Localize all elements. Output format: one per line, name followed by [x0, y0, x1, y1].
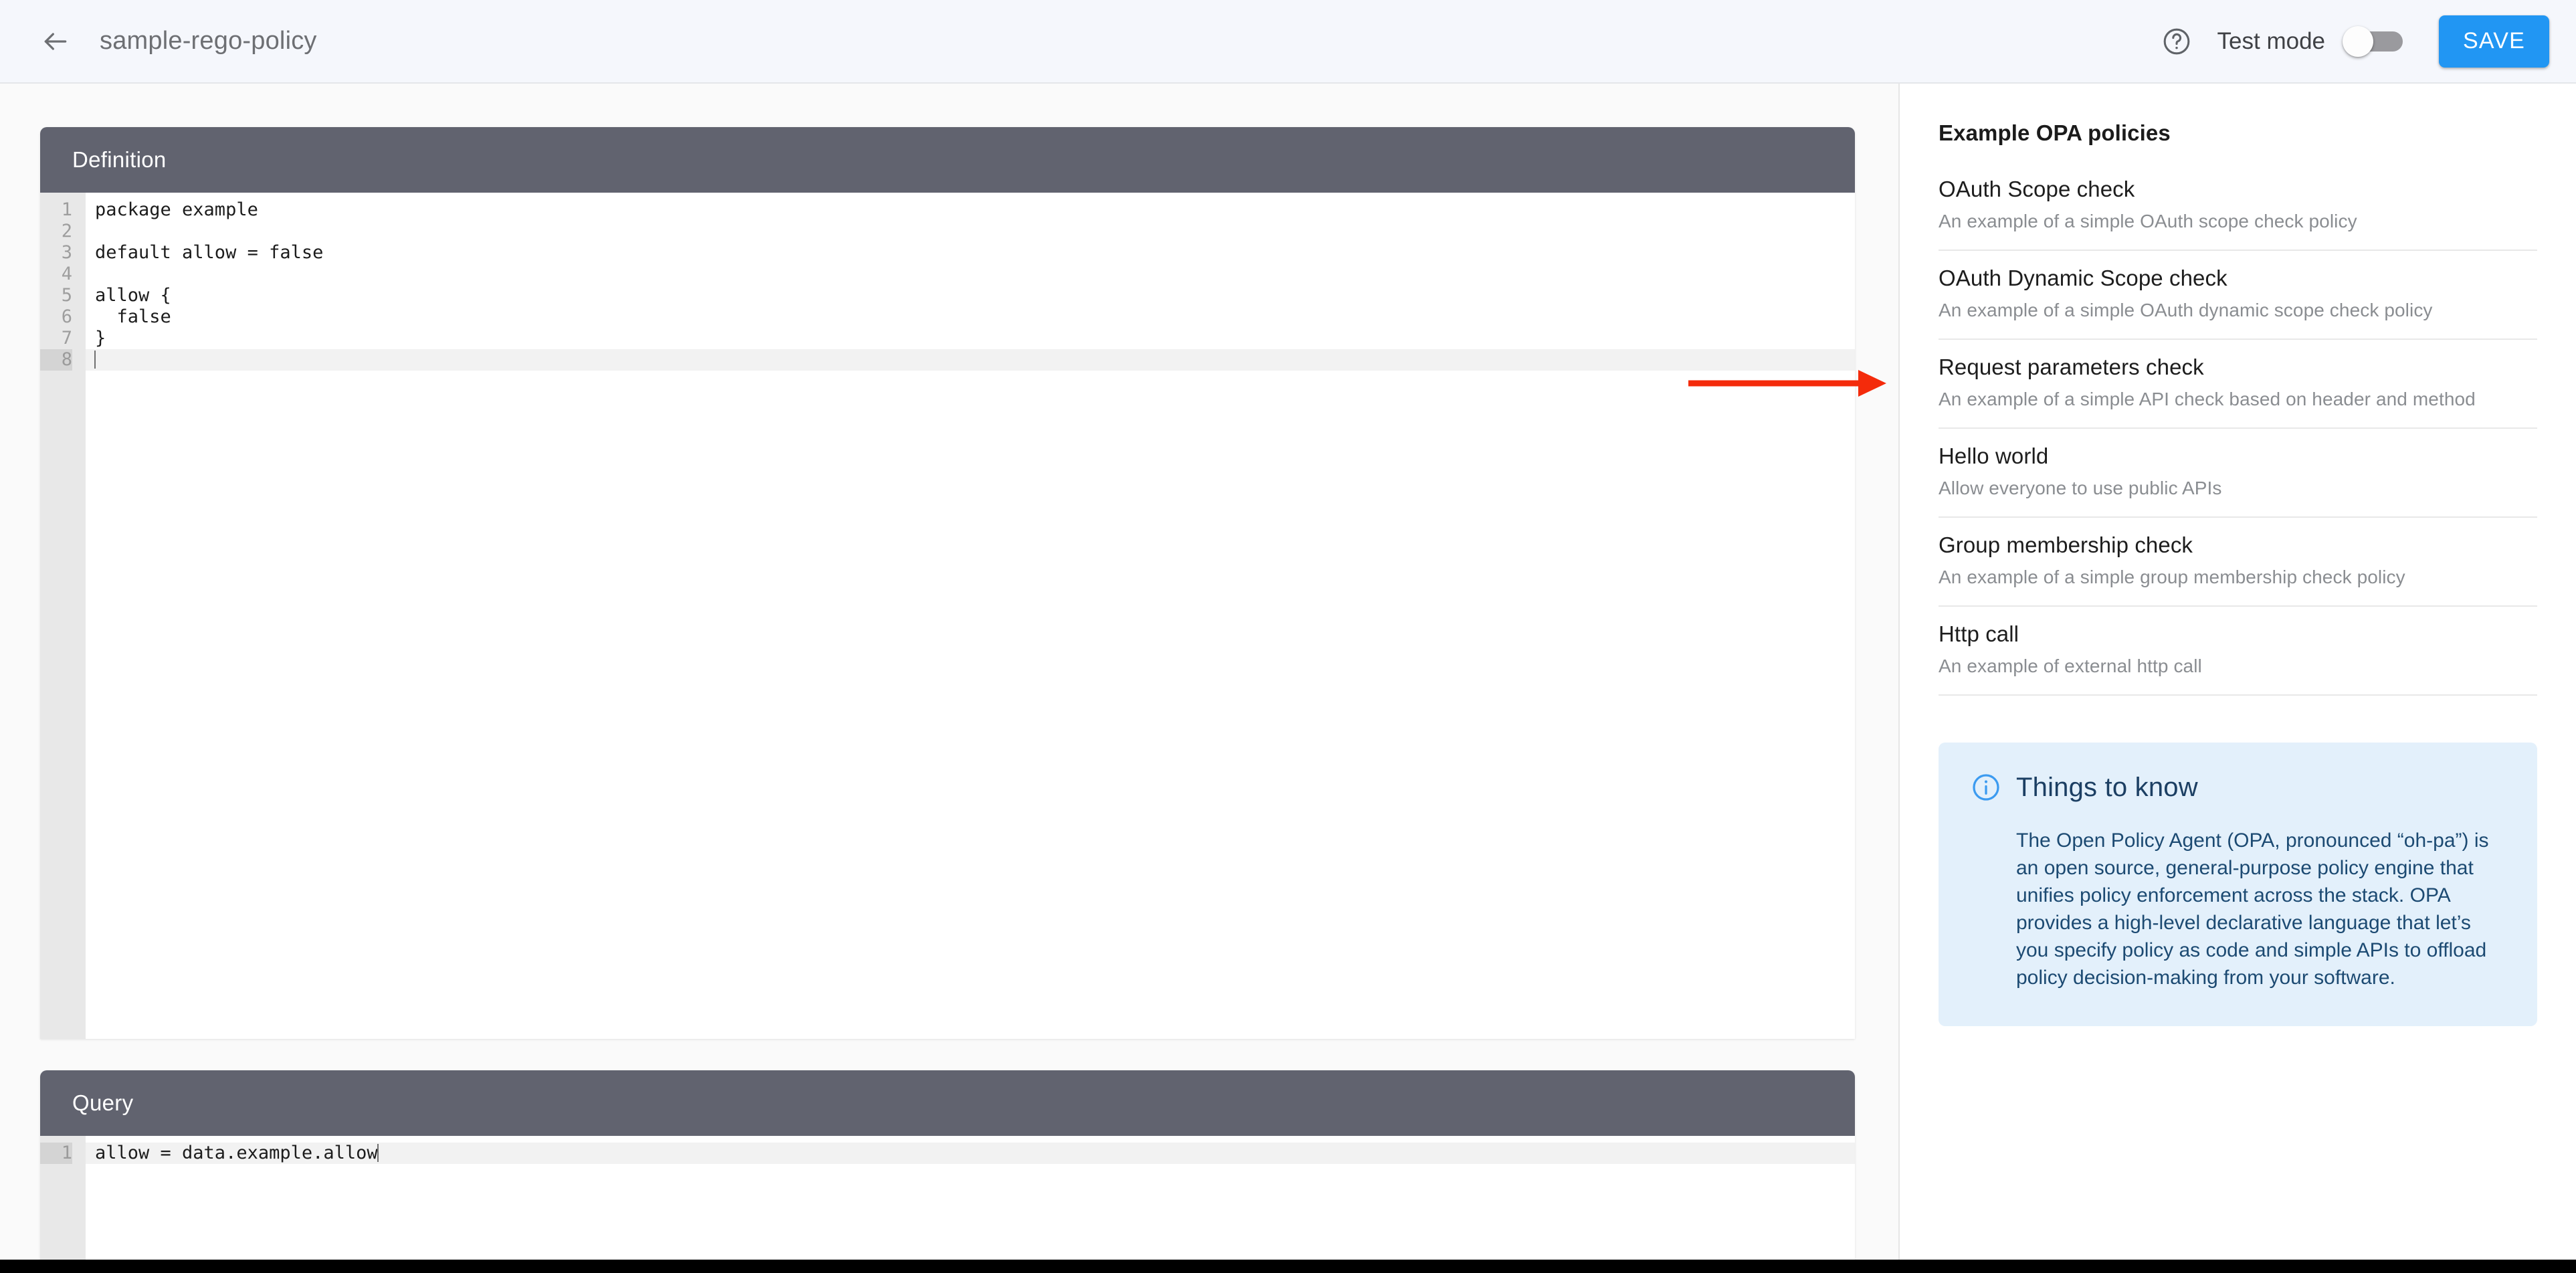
- policy-name: Http call: [1939, 621, 2019, 646]
- query-line-gutter: 1: [40, 1136, 86, 1273]
- query-editor-card: Query 1 allow = data.example.allow: [40, 1070, 1855, 1273]
- gutter-line-number-active: 1: [40, 1143, 72, 1164]
- examples-sidebar: Example OPA policies OAuth Scope check A…: [1900, 84, 2576, 1273]
- policy-name: Hello world: [1939, 444, 2049, 468]
- definition-code-area[interactable]: 1 2 3 4 5 6 7 8 package example default …: [40, 193, 1855, 1039]
- policy-editor-app: sample-rego-policy Test mode SAVE Defini…: [0, 0, 2576, 1273]
- gutter-line-number: 4: [61, 264, 72, 284]
- policy-description: An example of a simple group membership …: [1939, 567, 2405, 587]
- query-code-area[interactable]: 1 allow = data.example.allow: [40, 1136, 1855, 1273]
- gutter-line-number: 5: [61, 285, 72, 306]
- policy-description: Allow everyone to use public APIs: [1939, 478, 2222, 498]
- example-policy-list: OAuth Scope check An example of a simple…: [1939, 174, 2537, 696]
- page-title: sample-rego-policy: [100, 27, 317, 55]
- code-line: false: [95, 306, 171, 327]
- main-body: Definition 1 2 3 4 5 6 7 8 package examp…: [0, 84, 2576, 1273]
- gutter-line-number: 6: [61, 306, 72, 327]
- gutter-line-number: 3: [61, 242, 72, 263]
- sidebar-title: Example OPA policies: [1939, 120, 2171, 145]
- definition-editor-header: Definition: [40, 127, 1855, 193]
- code-line: allow {: [95, 285, 171, 306]
- policy-description: An example of external http call: [1939, 656, 2202, 676]
- definition-line-gutter: 1 2 3 4 5 6 7 8: [40, 193, 86, 1039]
- info-circle-icon: [1973, 774, 1999, 801]
- code-line-active: allow = data.example.allow: [86, 1143, 1855, 1164]
- policy-list-item[interactable]: Request parameters check An example of a…: [1939, 340, 2537, 429]
- policy-name: OAuth Scope check: [1939, 177, 2135, 201]
- definition-code-lines[interactable]: package example default allow = false al…: [86, 193, 1855, 1039]
- bottom-black-bar: [0, 1260, 2576, 1273]
- text-cursor: [94, 351, 96, 369]
- policy-description: An example of a simple API check based o…: [1939, 389, 2476, 409]
- policy-name: OAuth Dynamic Scope check: [1939, 266, 2227, 290]
- editors-pane: Definition 1 2 3 4 5 6 7 8 package examp…: [0, 84, 1900, 1273]
- help-circle-icon[interactable]: [2159, 23, 2195, 60]
- code-line-active: [86, 349, 1855, 371]
- code-line: package example: [95, 199, 258, 220]
- save-button[interactable]: SAVE: [2439, 15, 2549, 68]
- query-code-lines[interactable]: allow = data.example.allow: [86, 1136, 1855, 1273]
- things-to-know-box: Things to know The Open Policy Agent (OP…: [1939, 743, 2537, 1026]
- code-line: }: [95, 328, 106, 349]
- gutter-line-number: 2: [61, 221, 72, 241]
- policy-description: An example of a simple OAuth scope check…: [1939, 211, 2357, 231]
- policy-list-item[interactable]: OAuth Scope check An example of a simple…: [1939, 174, 2537, 251]
- policy-list-item[interactable]: Group membership check An example of a s…: [1939, 518, 2537, 607]
- gutter-line-number: 1: [61, 199, 72, 220]
- gutter-line-number-active: 8: [40, 349, 72, 371]
- code-line: default allow = false: [95, 242, 324, 263]
- policy-list-item[interactable]: Hello world Allow everyone to use public…: [1939, 429, 2537, 518]
- top-app-bar: sample-rego-policy Test mode SAVE: [0, 0, 2576, 84]
- policy-name: Group membership check: [1939, 532, 2193, 557]
- test-mode-label: Test mode: [2217, 27, 2325, 54]
- info-box-body: The Open Policy Agent (OPA, pronounced “…: [2016, 829, 2489, 989]
- back-arrow-icon[interactable]: [37, 23, 74, 60]
- policy-name: Request parameters check: [1939, 355, 2204, 379]
- policy-description: An example of a simple OAuth dynamic sco…: [1939, 300, 2433, 320]
- definition-editor-card: Definition 1 2 3 4 5 6 7 8 package examp…: [40, 127, 1855, 1039]
- toggle-knob: [2343, 25, 2373, 57]
- gutter-line-number: 7: [61, 328, 72, 349]
- query-text: allow = data.example.allow: [95, 1143, 378, 1163]
- policy-list-item[interactable]: OAuth Dynamic Scope check An example of …: [1939, 251, 2537, 340]
- test-mode-toggle[interactable]: [2343, 25, 2404, 57]
- query-editor-header: Query: [40, 1070, 1855, 1136]
- info-box-title: Things to know: [2016, 772, 2198, 802]
- test-mode-control: Test mode: [2217, 25, 2404, 57]
- info-box-header: Things to know: [1971, 772, 2504, 803]
- policy-list-item[interactable]: Http call An example of external http ca…: [1939, 607, 2537, 696]
- text-cursor: [377, 1144, 379, 1162]
